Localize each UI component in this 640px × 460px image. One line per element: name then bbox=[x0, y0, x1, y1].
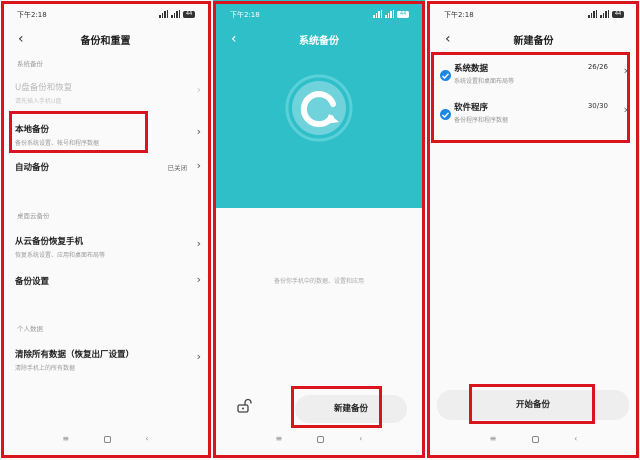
home-icon[interactable] bbox=[531, 436, 539, 443]
backup-option-apps[interactable]: 软件程序 备份程序和程序数据 30/30 › bbox=[440, 101, 630, 131]
option-count: 30/30 bbox=[587, 102, 608, 110]
option-title: 软件程序 bbox=[454, 103, 489, 113]
auto-backup-value: 已关闭 bbox=[167, 164, 188, 172]
backup-settings-item[interactable]: 备份设置 › bbox=[15, 273, 201, 287]
status-bar: 下午2:18 44 bbox=[213, 8, 425, 22]
section-cloud-backup: 桌面云备份 bbox=[17, 212, 50, 220]
battery-icon: 44 bbox=[397, 11, 409, 18]
nav-back-icon[interactable]: ‹ bbox=[145, 434, 148, 446]
udisk-backup-subtitle: 请先插入手机U盘 bbox=[15, 98, 62, 105]
status-time: 下午2:18 bbox=[444, 11, 474, 19]
local-backup-item[interactable]: 本地备份 备份系统设置、帐号和程序数据 › bbox=[15, 123, 201, 147]
page-title: 新建备份 bbox=[513, 36, 554, 47]
page-title: 备份和重置 bbox=[80, 36, 131, 47]
battery-icon: 44 bbox=[612, 11, 624, 18]
signal-icon-2 bbox=[171, 10, 180, 18]
option-count: 26/26 bbox=[587, 63, 608, 71]
signal-icon bbox=[373, 10, 382, 18]
chevron-right-icon: › bbox=[196, 83, 201, 96]
menu-icon[interactable]: ≡ bbox=[276, 434, 283, 446]
new-backup-button[interactable]: 新建备份 bbox=[295, 395, 407, 423]
backup-settings-title: 备份设置 bbox=[15, 277, 50, 287]
home-icon[interactable] bbox=[103, 436, 111, 443]
signal-icons: 44 bbox=[159, 10, 195, 18]
backup-reset-screen: 下午2:18 44 ‹ 备份和重置 系统备份 U盘备份和恢复 请先插入手机U盘 … bbox=[0, 0, 211, 460]
local-backup-subtitle: 备份系统设置、帐号和程序数据 bbox=[15, 140, 100, 147]
option-subtitle: 备份程序和程序数据 bbox=[454, 117, 509, 124]
signal-icon-2 bbox=[385, 10, 394, 18]
factory-reset-title: 清除所有数据（恢复出厂设置） bbox=[15, 350, 135, 360]
battery-icon: 44 bbox=[183, 11, 195, 18]
nav-bar: ‹ 新建备份 bbox=[427, 30, 640, 50]
chevron-right-icon[interactable]: › bbox=[624, 103, 628, 116]
status-time: 下午2:18 bbox=[230, 11, 260, 19]
chevron-right-icon: › bbox=[196, 350, 201, 363]
signal-icon-2 bbox=[600, 10, 609, 18]
nav-bar: ‹ 备份和重置 bbox=[0, 30, 211, 50]
nav-back-icon[interactable]: ‹ bbox=[359, 434, 362, 446]
auto-backup-item[interactable]: 自动备份 已关闭 › bbox=[15, 159, 201, 173]
signal-icons: 44 bbox=[588, 10, 624, 18]
cloud-restore-item[interactable]: 从云备份恢复手机 恢复系统设置、应用和桌面布局等 › bbox=[15, 235, 201, 259]
checkmark-icon[interactable] bbox=[440, 70, 451, 81]
system-nav-bar: ≡ ‹ bbox=[213, 434, 425, 446]
chevron-right-icon[interactable]: › bbox=[624, 64, 628, 77]
status-bar: 下午2:18 44 bbox=[0, 8, 211, 22]
checkmark-icon[interactable] bbox=[440, 109, 451, 120]
unlock-icon[interactable] bbox=[236, 398, 252, 414]
chevron-right-icon: › bbox=[196, 159, 201, 172]
udisk-backup-title: U盘备份和恢复 bbox=[15, 83, 73, 93]
menu-icon[interactable]: ≡ bbox=[490, 434, 497, 446]
option-title: 系统数据 bbox=[454, 64, 489, 74]
home-icon[interactable] bbox=[317, 436, 325, 443]
udisk-backup-item: U盘备份和恢复 请先插入手机U盘 › bbox=[15, 81, 201, 105]
backup-description: 备份你手机中的数据、设置和应用 bbox=[273, 278, 364, 285]
backup-logo-icon bbox=[285, 74, 353, 142]
factory-reset-item[interactable]: 清除所有数据（恢复出厂设置） 清除手机上的所有数据 › bbox=[15, 348, 201, 372]
cloud-restore-title: 从云备份恢复手机 bbox=[15, 237, 84, 247]
page-title: 系统备份 bbox=[299, 36, 339, 47]
nav-back-icon[interactable]: ‹ bbox=[574, 434, 577, 446]
status-time: 下午2:18 bbox=[17, 11, 47, 19]
chevron-right-icon: › bbox=[196, 273, 201, 286]
signal-icon bbox=[159, 10, 168, 18]
system-backup-screen: 下午2:18 44 ‹ 系统备份 备份你手机中的数据、设置和应用 新建备份 ≡ … bbox=[213, 0, 425, 460]
system-nav-bar: ≡ ‹ bbox=[0, 434, 211, 446]
chevron-right-icon: › bbox=[196, 125, 201, 138]
section-system-backup: 系统备份 bbox=[17, 60, 43, 68]
factory-reset-subtitle: 清除手机上的所有数据 bbox=[15, 365, 76, 372]
status-bar: 下午2:18 44 bbox=[427, 8, 640, 22]
backup-option-system-data[interactable]: 系统数据 系统设置和桌面布局等 26/26 › bbox=[440, 62, 630, 92]
nav-bar: ‹ 系统备份 bbox=[213, 30, 425, 50]
local-backup-title: 本地备份 bbox=[15, 125, 50, 135]
start-backup-button[interactable]: 开始备份 bbox=[437, 390, 629, 420]
menu-icon[interactable]: ≡ bbox=[62, 434, 69, 446]
option-subtitle: 系统设置和桌面布局等 bbox=[454, 78, 515, 85]
signal-icons: 44 bbox=[373, 10, 409, 18]
system-nav-bar: ≡ ‹ bbox=[427, 434, 640, 446]
cloud-restore-subtitle: 恢复系统设置、应用和桌面布局等 bbox=[15, 252, 106, 259]
section-personal-data: 个人数据 bbox=[17, 325, 43, 333]
new-backup-screen: 下午2:18 44 ‹ 新建备份 系统数据 系统设置和桌面布局等 26/26 ›… bbox=[427, 0, 640, 460]
chevron-right-icon: › bbox=[196, 237, 201, 250]
signal-icon bbox=[588, 10, 597, 18]
